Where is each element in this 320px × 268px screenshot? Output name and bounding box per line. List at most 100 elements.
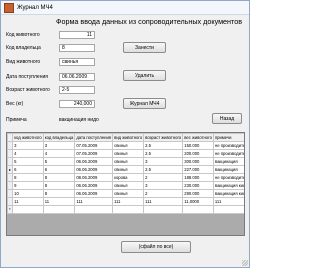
column-header[interactable]: вес животного: [182, 133, 214, 142]
data-table: код животного код владельца дата поступл…: [7, 133, 244, 214]
table-cell[interactable]: 4: [12, 149, 44, 158]
table-cell[interactable]: 11: [42, 197, 76, 206]
table-row-new[interactable]: *: [7, 205, 244, 214]
table-cell[interactable]: 06.06.2009: [74, 165, 114, 174]
table-cell[interactable]: 227.000: [182, 165, 214, 174]
app-icon: [4, 2, 14, 13]
table-cell[interactable]: 290.000: [182, 189, 214, 198]
animal-type-input[interactable]: свинья: [59, 58, 95, 66]
table-cell[interactable]: 06.06.2009: [74, 181, 114, 190]
table-cell[interactable]: вакцинация: [212, 157, 244, 166]
table-cell[interactable]: 07.05.2009: [74, 149, 114, 158]
table-cell[interactable]: 10: [12, 189, 44, 198]
column-header[interactable]: код владельца: [42, 133, 76, 142]
owner-code-input[interactable]: 8: [59, 44, 95, 52]
table-cell[interactable]: не производить: [212, 141, 244, 150]
table-cell[interactable]: 111: [112, 197, 145, 206]
weight-input[interactable]: 240,000: [59, 100, 95, 108]
table-cell[interactable]: 200.000: [182, 149, 214, 158]
column-header[interactable]: вид животного: [112, 133, 145, 142]
table-row[interactable]: 5 5 06.06.2009 свинья 3 300.000 вакцинац…: [7, 157, 244, 166]
label-animal-age: Возраст животного: [6, 87, 50, 93]
table-cell[interactable]: свинья: [112, 157, 145, 166]
table-cell[interactable]: вакцинация: [212, 165, 244, 174]
data-grid[interactable]: код животного код владельца дата поступл…: [6, 132, 245, 236]
table-cell[interactable]: 188.000: [182, 173, 214, 182]
table-row[interactable]: 4 4 07.05.2009 свинья 2.5 200.000 не про…: [7, 149, 244, 158]
table-cell[interactable]: 2.5: [143, 165, 184, 174]
table-cell[interactable]: 2.5: [143, 149, 184, 158]
table-cell[interactable]: 8: [42, 173, 76, 182]
table-cell[interactable]: 8: [42, 181, 76, 190]
table-cell[interactable]: 8: [12, 173, 44, 182]
add-button[interactable]: Занести: [123, 42, 166, 53]
table-cell[interactable]: 06.06.2009: [74, 157, 114, 166]
table-cell[interactable]: 6: [12, 165, 44, 174]
table-cell[interactable]: 5: [12, 157, 44, 166]
table-cell[interactable]: 3: [143, 157, 184, 166]
table-cell[interactable]: 111: [143, 197, 184, 206]
table-cell[interactable]: 3: [12, 141, 44, 150]
table-cell[interactable]: свинья: [112, 141, 145, 150]
table-cell-empty[interactable]: [74, 205, 114, 214]
table-cell[interactable]: 111: [212, 197, 244, 206]
table-cell[interactable]: 4: [42, 149, 76, 158]
table-cell[interactable]: 3: [42, 141, 76, 150]
table-cell[interactable]: 6: [42, 165, 76, 174]
column-header[interactable]: код животного: [12, 133, 44, 142]
table-row[interactable]: 3 3 07.05.2009 свинья 2.5 150.000 не про…: [7, 141, 244, 150]
table-cell-empty[interactable]: [112, 205, 145, 214]
table-cell[interactable]: 11.0000: [182, 197, 214, 206]
table-cell[interactable]: вакцинация кишечн: [212, 181, 244, 190]
table-cell[interactable]: не производить: [212, 149, 244, 158]
table-cell-empty[interactable]: [12, 205, 44, 214]
table-cell[interactable]: 9: [12, 181, 44, 190]
arrival-date-input[interactable]: 06.06.2009: [59, 73, 95, 81]
table-cell[interactable]: 2: [143, 173, 184, 182]
note-value[interactable]: вакцинация нидо: [59, 117, 99, 123]
table-cell[interactable]: 5: [42, 157, 76, 166]
to-file-button[interactable]: (сфайл по все): [121, 241, 191, 253]
table-row[interactable]: 11 11 111 111 111 11.0000 111: [7, 197, 244, 206]
animal-code-input[interactable]: 11: [59, 31, 95, 39]
table-row[interactable]: 9 8 06.06.2009 свинья 3 230.000 вакцинац…: [7, 181, 244, 190]
delete-button[interactable]: Удалить: [123, 70, 166, 81]
animal-age-input[interactable]: 2-5: [59, 86, 95, 94]
table-cell-empty[interactable]: [182, 205, 214, 214]
table-cell[interactable]: свинья: [112, 165, 145, 174]
column-header[interactable]: дата поступления: [74, 133, 114, 142]
table-cell[interactable]: 07.05.2009: [74, 141, 114, 150]
window-title: Журнал МЧ4: [17, 4, 53, 11]
table-cell-empty[interactable]: [212, 205, 244, 214]
table-cell[interactable]: свинья: [112, 181, 145, 190]
table-cell[interactable]: не производить: [212, 173, 244, 182]
table-cell-empty[interactable]: [143, 205, 184, 214]
resize-grip[interactable]: [242, 260, 248, 266]
table-cell[interactable]: 2.5: [143, 141, 184, 150]
column-header[interactable]: примечи: [212, 133, 244, 142]
table-row[interactable]: 10 8 06.06.2009 свинья 2 290.000 вакцина…: [7, 189, 244, 198]
table-cell-empty[interactable]: [42, 205, 76, 214]
table-cell[interactable]: 8: [42, 189, 76, 198]
label-owner-code: Код владельца: [6, 45, 41, 51]
table-cell[interactable]: 11: [12, 197, 44, 206]
table-cell[interactable]: 150.000: [182, 141, 214, 150]
table-cell[interactable]: 300.000: [182, 157, 214, 166]
table-cell[interactable]: 3: [143, 181, 184, 190]
column-header[interactable]: возраст животного: [143, 133, 184, 142]
table-cell[interactable]: 08.06.2009: [74, 173, 114, 182]
table-cell[interactable]: свинья: [112, 149, 145, 158]
app-window: Журнал МЧ4 Форма ввода данных из сопрово…: [0, 0, 250, 268]
table-cell[interactable]: 111: [74, 197, 114, 206]
table-cell[interactable]: свинья: [112, 189, 145, 198]
table-cell[interactable]: 06.06.2009: [74, 189, 114, 198]
journal-button[interactable]: Журнал МЧ4: [123, 98, 166, 109]
back-button[interactable]: Назад: [212, 113, 242, 124]
table-row[interactable]: ▸ 6 6 06.06.2009 свинья 2.5 227.000 вакц…: [7, 165, 244, 174]
table-cell[interactable]: корова: [112, 173, 145, 182]
table-cell[interactable]: 230.000: [182, 181, 214, 190]
label-weight: Вес (кг): [6, 101, 24, 107]
table-cell[interactable]: вакцинация кишечн: [212, 189, 244, 198]
table-row[interactable]: 8 8 08.06.2009 корова 2 188.000 не произ…: [7, 173, 244, 182]
table-cell[interactable]: 2: [143, 189, 184, 198]
